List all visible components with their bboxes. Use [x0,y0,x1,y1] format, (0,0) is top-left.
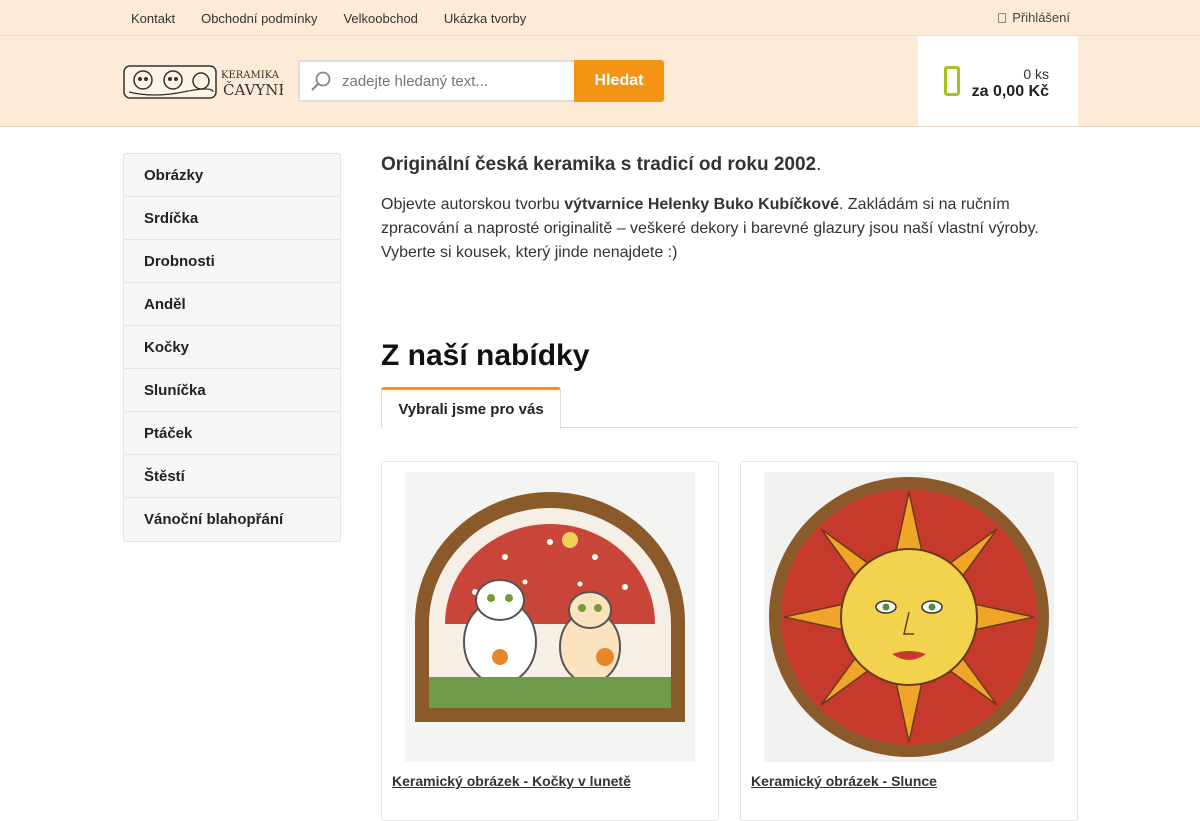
nav-link-velkoobchod[interactable]: Velkoobchod [343,11,417,26]
lead-dot: . [816,154,822,175]
product-image-sun[interactable] [764,472,1054,762]
sidebar-item-andel[interactable]: Anděl [124,283,340,326]
product-name[interactable]: Keramický obrázek - Slunce [751,773,937,789]
login-link[interactable]: Přihlášení [998,10,1070,25]
section-title: Z naší nabídky [381,339,590,372]
product-image-cats[interactable] [405,472,695,762]
lead-text: Originální česká keramika s tradicí od r… [381,154,817,175]
logo-graphic: KERAMIKA ČAVYNĚ [123,65,289,99]
sidebar-item-obrazky[interactable]: Obrázky [124,154,340,197]
intro-paragraph: Objevte autorskou tvorbu výtvarnice Hele… [381,193,1078,265]
category-sidebar: Obrázky Srdíčka Drobnosti Anděl Kočky Sl… [123,153,341,542]
product-name[interactable]: Keramický obrázek - Kočky v lunetě [392,773,631,789]
nav-link-kontakt[interactable]: Kontakt [131,11,175,26]
header: KERAMIKA ČAVYNĚ Hledat 0 ks za 0,00 Kč [0,36,1200,127]
top-nav: Kontakt Obchodní podmínky Velkoobchod Uk… [123,0,1078,36]
svg-text:ČAVYNĚ: ČAVYNĚ [223,81,283,99]
sidebar-item-kocky[interactable]: Kočky [124,326,340,369]
search-field[interactable] [298,60,574,102]
sidebar-item-stesti[interactable]: Štěstí [124,455,340,498]
cart-total: za 0,00 Kč [971,83,1049,100]
sidebar-item-srdicka[interactable]: Srdíčka [124,197,340,240]
intro-pre: Objevte autorskou tvorbu [381,196,565,213]
sidebar-item-vanocni-blahoprani[interactable]: Vánoční blahopřání [124,498,340,541]
tab-vybrali-jsme-pro-vas[interactable]: Vybrali jsme pro vás [381,387,561,429]
lead-heading: Originální česká keramika s tradicí od r… [381,154,1078,176]
top-bar: Kontakt Obchodní podmínky Velkoobchod Uk… [0,0,1200,36]
site-logo[interactable]: KERAMIKA ČAVYNĚ [123,64,289,100]
svg-text:KERAMIKA: KERAMIKA [221,70,280,81]
login-label: Přihlášení [1012,10,1070,25]
cart-icon [944,66,960,96]
search-form: Hledat [298,60,664,102]
search-button[interactable]: Hledat [574,60,664,102]
product-card[interactable]: Keramický obrázek - Kočky v lunetě [381,461,719,821]
sidebar-item-drobnosti[interactable]: Drobnosti [124,240,340,283]
product-card[interactable]: Keramický obrázek - Slunce [740,461,1078,821]
nav-link-obchodni-podminky[interactable]: Obchodní podmínky [201,11,317,26]
product-grid: Keramický obrázek - Kočky v lunetě Keram… [381,461,1078,821]
sidebar-item-ptacek[interactable]: Ptáček [124,412,340,455]
cart-count: 0 ks [1023,66,1049,82]
intro-author: výtvarnice Helenky Buko Kubíčkové [564,196,839,213]
product-tabs: Vybrali jsme pro vás [381,387,1078,429]
nav-link-ukazka-tvorby[interactable]: Ukázka tvorby [444,11,526,26]
lock-icon [998,12,1007,23]
main-content: Originální česká keramika s tradicí od r… [381,153,1078,821]
search-icon [311,71,331,91]
sidebar-item-slunicka[interactable]: Sluníčka [124,369,340,412]
search-input[interactable] [342,72,562,90]
cart-widget[interactable]: 0 ks za 0,00 Kč [918,36,1078,126]
